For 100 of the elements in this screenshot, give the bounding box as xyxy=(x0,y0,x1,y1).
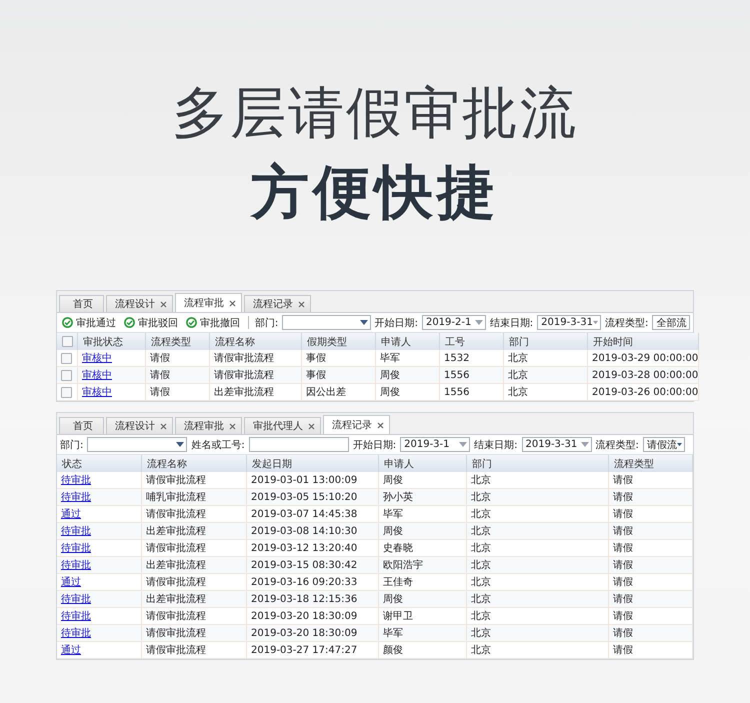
status-link[interactable]: 审核中 xyxy=(82,351,112,365)
column-header[interactable]: 假期类型 xyxy=(302,333,376,350)
close-icon[interactable] xyxy=(308,422,315,430)
column-header[interactable]: 部门 xyxy=(504,333,588,350)
table-cell: 2019-03-26 00:00:00 xyxy=(592,386,698,398)
select-field[interactable] xyxy=(282,315,371,330)
table-cell-text: 北京 xyxy=(471,490,491,504)
tab[interactable]: 流程审批 xyxy=(175,417,242,434)
column-header[interactable]: 开始时间 xyxy=(588,333,700,350)
dropdown-caret-icon[interactable] xyxy=(676,442,682,447)
table-cell-text: 事假 xyxy=(306,368,326,382)
checkbox[interactable] xyxy=(61,386,72,398)
table-cell-text: 事假 xyxy=(306,352,326,365)
tab[interactable]: 首页 xyxy=(59,417,104,434)
table-cell: 2019-03-20 18:30:09 xyxy=(251,628,358,638)
check-circle-icon xyxy=(124,317,135,328)
tab[interactable]: 首页 xyxy=(59,295,104,312)
column-header[interactable]: 申请人 xyxy=(379,455,467,472)
table-cell-text: 周俊 xyxy=(380,386,400,399)
close-icon[interactable] xyxy=(229,300,236,306)
table-cell-text: 谢甲卫 xyxy=(383,610,413,623)
close-icon[interactable] xyxy=(160,300,167,308)
table-cell-text: 请假 xyxy=(613,626,633,640)
column-header[interactable]: 工号 xyxy=(440,333,504,350)
column-header[interactable]: 流程名称 xyxy=(210,333,302,350)
tab[interactable]: 流程设计 xyxy=(106,417,173,434)
date-field[interactable]: 2019-2-1 xyxy=(422,315,486,330)
column-header[interactable]: 部门 xyxy=(467,455,609,472)
table-cell-text: 哺乳审批流程 xyxy=(146,490,206,504)
column-header[interactable]: 审批状态 xyxy=(78,333,146,350)
status-link[interactable]: 待审批 xyxy=(61,609,91,623)
tab[interactable]: 流程记录 xyxy=(244,295,311,312)
tab[interactable]: 流程记录 xyxy=(323,415,390,434)
table-cell-text: 因公出差 xyxy=(306,386,346,399)
status-link[interactable]: 审核中 xyxy=(82,385,112,399)
column-header[interactable]: 申请人 xyxy=(376,333,440,350)
check-circle-icon xyxy=(186,317,197,328)
table-cell-text: 请假审批流程 xyxy=(146,508,206,521)
select-field[interactable] xyxy=(87,437,188,452)
table-cell-text: 请假审批流程 xyxy=(146,626,206,640)
table-cell-text: 颜俊 xyxy=(383,644,403,657)
table-cell-text: 北京 xyxy=(471,558,491,572)
close-icon[interactable] xyxy=(229,422,236,430)
subheadline: 方便快捷 xyxy=(251,157,499,228)
toolbar-button[interactable]: 审批撤回 xyxy=(184,316,242,330)
table-cell: 1532 xyxy=(444,352,470,364)
column-header[interactable]: 发起日期 xyxy=(247,455,379,472)
table-cell-text: 请假 xyxy=(613,474,633,487)
table-cell-text: 北京 xyxy=(508,368,528,382)
close-icon[interactable] xyxy=(160,422,167,430)
checkbox[interactable] xyxy=(61,352,72,364)
checkbox[interactable] xyxy=(62,336,73,347)
date-field[interactable]: 2019-3-1 xyxy=(400,437,470,452)
table-cell-text: 请假 xyxy=(613,610,633,623)
table-cell-text: 请假审批流程 xyxy=(214,368,274,382)
dropdown-caret-icon[interactable] xyxy=(176,442,184,447)
column-header[interactable]: 流程名称 xyxy=(142,455,247,472)
close-icon[interactable] xyxy=(377,422,384,428)
table-cell-text: 毕军 xyxy=(383,508,403,521)
table-cell-text: 北京 xyxy=(471,508,491,521)
table-cell: 2019-03-16 09:20:33 xyxy=(251,576,358,588)
status-link[interactable]: 通过 xyxy=(61,643,81,657)
input-field[interactable] xyxy=(248,437,349,452)
table-cell-text: 王佳奇 xyxy=(383,576,413,589)
checkbox[interactable] xyxy=(61,370,72,380)
status-link[interactable]: 通过 xyxy=(61,507,81,521)
table-cell-text: 北京 xyxy=(471,592,491,606)
table-cell-text: 请假 xyxy=(150,368,170,382)
table-cell-text: 北京 xyxy=(508,386,528,399)
dropdown-caret-icon[interactable] xyxy=(360,320,368,325)
table-cell: 2019-03-15 08:30:42 xyxy=(251,560,358,570)
date-field[interactable]: 2019-3-31 xyxy=(537,315,602,330)
toolbar-button[interactable]: 审批通过 xyxy=(60,316,118,330)
column-header[interactable]: 状态 xyxy=(57,455,142,472)
tab[interactable]: 流程设计 xyxy=(106,295,173,312)
table-cell: 2019-03-29 00:00:00 xyxy=(592,352,698,364)
table-cell: 2019-03-08 14:10:30 xyxy=(251,526,358,536)
headline: 多层请假审批流 xyxy=(172,80,578,148)
column-header[interactable]: 流程类型 xyxy=(146,333,210,350)
table-cell-text: 出差审批流程 xyxy=(146,524,206,538)
filter-label: 姓名或工号: xyxy=(191,438,245,452)
toolbar-button[interactable]: 审批驳回 xyxy=(122,316,180,330)
tab[interactable]: 流程审批 xyxy=(175,293,242,312)
table-cell-text: 周俊 xyxy=(383,525,403,538)
status-link[interactable]: 待审批 xyxy=(61,473,91,487)
date-field[interactable]: 2019-3-31 xyxy=(522,437,592,452)
column-header[interactable]: 流程类型 xyxy=(609,455,693,472)
status-link[interactable]: 通过 xyxy=(61,575,81,589)
close-icon[interactable] xyxy=(298,300,305,308)
table-cell-text: 请假审批流程 xyxy=(146,474,206,487)
filter-label: 流程类型: xyxy=(596,438,639,452)
filter-label: 部门: xyxy=(60,438,84,452)
table-cell-text: 孙小英 xyxy=(383,490,413,504)
status-link[interactable]: 待审批 xyxy=(61,541,91,555)
select-field[interactable]: 全部流 xyxy=(652,315,690,330)
select-field[interactable]: 请假流 xyxy=(642,437,685,452)
filter-label: 结束日期: xyxy=(490,316,534,330)
tab[interactable]: 审批代理人 xyxy=(244,417,321,434)
table-cell-text: 请假 xyxy=(613,508,633,521)
table-cell-text: 出差审批流程 xyxy=(146,558,206,572)
